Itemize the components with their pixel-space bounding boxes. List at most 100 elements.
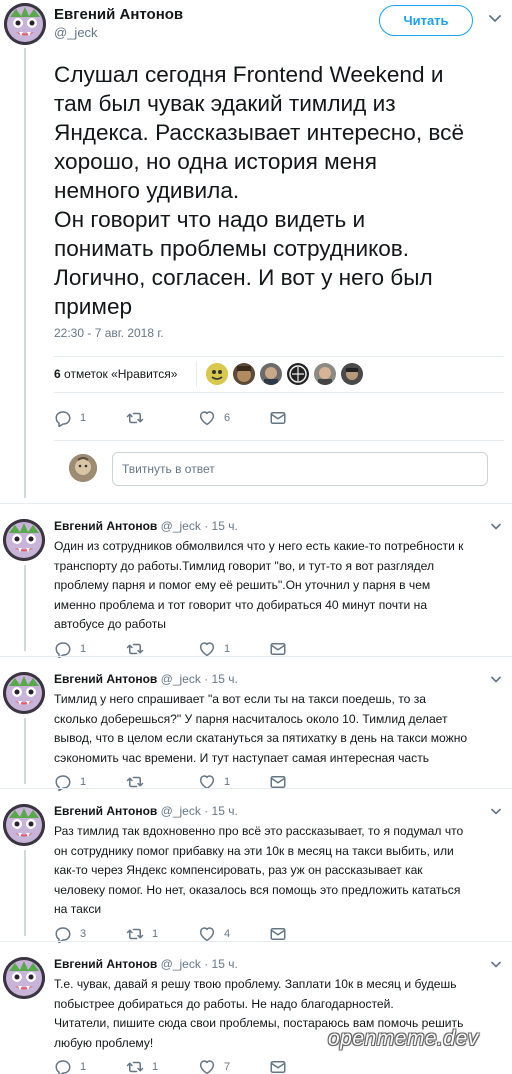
chevron-down-icon[interactable] xyxy=(491,676,501,684)
reply-count: 1 xyxy=(80,412,87,424)
liker-avatar[interactable] xyxy=(341,363,363,385)
reply-count: 1 xyxy=(80,1061,87,1073)
follow-button[interactable]: Читать xyxy=(379,5,473,36)
like-count: 6 xyxy=(224,412,231,424)
like-count: 1 xyxy=(224,776,231,788)
tweet-header: Евгений Антонов @_jeck · 15 ч. xyxy=(54,804,238,818)
reply-button[interactable]: 1 xyxy=(54,408,86,428)
like-button[interactable]: 6 xyxy=(198,408,230,428)
reply-tweet: Евгений Антонов @_jeck · 15 ч. Один из с… xyxy=(0,519,512,667)
like-count: 4 xyxy=(224,928,231,940)
author-handle[interactable]: @_jeck xyxy=(161,672,201,686)
liker-avatar[interactable] xyxy=(287,363,309,385)
retweet-button[interactable]: 1 xyxy=(126,1057,158,1074)
tweet-text: Один из сотрудников обмолвился что у нег… xyxy=(54,539,464,631)
reply-button[interactable]: 1 xyxy=(54,1057,86,1074)
liker-avatar[interactable] xyxy=(260,363,282,385)
heart-icon xyxy=(198,409,216,427)
tweet-actions: 1 1 7 xyxy=(54,1057,314,1074)
envelope-icon xyxy=(269,409,287,427)
dm-button[interactable] xyxy=(269,772,287,792)
tweet-text: Раз тимлид так вдохновенно про всё это р… xyxy=(54,824,464,916)
thread-line xyxy=(24,48,26,498)
author-avatar[interactable] xyxy=(3,672,45,714)
tweet-time[interactable]: · 15 ч. xyxy=(204,804,238,818)
tweet-header: Евгений Антонов @_jeck · 15 ч. xyxy=(54,519,238,533)
tweet-header: Евгений Антонов @_jeck · 15 ч. xyxy=(54,672,238,686)
author-name[interactable]: Евгений Антонов xyxy=(54,672,157,686)
liker-avatar[interactable] xyxy=(206,363,228,385)
reply-button[interactable]: 1 xyxy=(54,772,86,792)
reply-tweet: Евгений Антонов @_jeck · 15 ч. Т.е. чува… xyxy=(0,957,512,1074)
chevron-down-icon[interactable] xyxy=(491,961,501,969)
like-count: 7 xyxy=(224,1061,231,1073)
tweet-time[interactable]: · 15 ч. xyxy=(204,957,238,971)
chevron-down-icon[interactable] xyxy=(489,14,501,24)
tweet-time[interactable]: · 15 ч. xyxy=(204,672,238,686)
author-handle[interactable]: @_jeck xyxy=(161,804,201,818)
tweet-time[interactable]: · 15 ч. xyxy=(204,519,238,533)
divider xyxy=(54,392,504,393)
reply-icon xyxy=(54,409,72,427)
author-handle[interactable]: @_jeck xyxy=(54,25,98,40)
likes-count: 6 xyxy=(54,367,61,381)
thread-line xyxy=(24,718,26,784)
likes-label: отметок «Нравится» xyxy=(64,367,178,381)
author-avatar[interactable] xyxy=(3,519,45,561)
retweet-icon xyxy=(126,409,144,427)
watermark: openmeme.dev xyxy=(328,1027,479,1050)
author-handle[interactable]: @_jeck xyxy=(161,519,201,533)
dm-button[interactable] xyxy=(269,1057,287,1074)
author-name[interactable]: Евгений Антонов xyxy=(54,957,157,971)
retweet-count: 1 xyxy=(152,1061,159,1073)
like-button[interactable]: 7 xyxy=(198,1057,230,1074)
divider xyxy=(196,361,197,387)
author-avatar[interactable] xyxy=(4,3,46,45)
retweet-button[interactable] xyxy=(126,408,152,428)
thread-line xyxy=(24,850,26,936)
likes-row: 6 отметок «Нравится» xyxy=(54,358,504,392)
reply-count: 1 xyxy=(80,776,87,788)
reply-input[interactable]: Твитнуть в ответ xyxy=(112,452,488,486)
dm-button[interactable] xyxy=(269,408,287,428)
retweet-button[interactable] xyxy=(126,772,152,792)
current-user-avatar xyxy=(69,454,97,482)
author-name[interactable]: Евгений Антонов xyxy=(54,6,183,23)
author-avatar[interactable] xyxy=(3,804,45,846)
liker-avatar[interactable] xyxy=(314,363,336,385)
like-count: 1 xyxy=(224,643,231,655)
divider xyxy=(54,356,504,357)
tweet-text: Слушал сегодня Frontend Weekend и там бы… xyxy=(54,62,465,319)
tweet-header: Евгений Антонов @_jeck · 15 ч. xyxy=(54,957,238,971)
envelope-icon xyxy=(269,1058,287,1074)
author-handle[interactable]: @_jeck xyxy=(161,957,201,971)
tweet-text: Тимлид у него спрашивает "а вот если ты … xyxy=(54,692,468,765)
reply-tweet: Евгений Антонов @_jeck · 15 ч. Тимлид у … xyxy=(0,672,512,800)
reply-icon xyxy=(54,1058,72,1074)
chevron-down-icon[interactable] xyxy=(491,523,501,531)
author-name[interactable]: Евгений Антонов xyxy=(54,804,157,818)
divider xyxy=(54,440,504,441)
reply-count: 1 xyxy=(80,643,87,655)
reply-tweet: Евгений Антонов @_jeck · 15 ч. Раз тимли… xyxy=(0,804,512,952)
reply-count: 3 xyxy=(80,928,87,940)
likes-summary[interactable]: 6 отметок «Нравится» xyxy=(54,367,177,381)
author-name[interactable]: Евгений Антонов xyxy=(54,519,157,533)
tweet-actions: 1 1 xyxy=(54,772,314,792)
like-button[interactable]: 1 xyxy=(198,772,230,792)
retweet-count: 1 xyxy=(152,928,159,940)
thread-line xyxy=(24,565,26,651)
divider xyxy=(0,503,512,504)
reply-composer: Твитнуть в ответ xyxy=(54,444,504,494)
chevron-down-icon[interactable] xyxy=(491,808,501,816)
divider xyxy=(0,941,512,942)
divider xyxy=(0,788,512,789)
tweet-actions: 1 6 xyxy=(54,408,314,428)
divider xyxy=(0,656,512,657)
main-tweet: Евгений Антонов @_jeck Читать Слушал сег… xyxy=(0,0,512,505)
tweet-timestamp[interactable]: 22:30 - 7 авг. 2018 г. xyxy=(54,326,164,340)
retweet-icon xyxy=(126,1058,144,1074)
liker-avatar[interactable] xyxy=(233,363,255,385)
author-avatar[interactable] xyxy=(3,957,45,999)
heart-icon xyxy=(198,1058,216,1074)
